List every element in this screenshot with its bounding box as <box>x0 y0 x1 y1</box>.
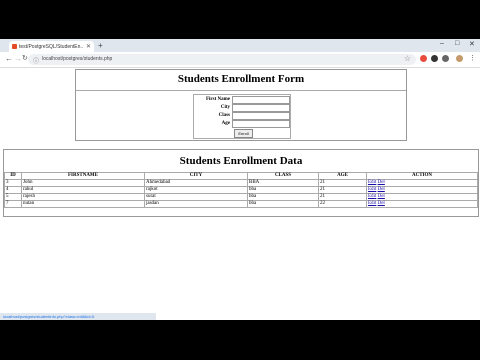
status-bar-url: localhost/postgres/studentinfo.php?class… <box>0 313 156 320</box>
cell-action: Edit Del <box>366 200 478 208</box>
nav-bar: ← → ↻ ⓘ localhost/postgres/students.php … <box>0 52 480 68</box>
delete-link[interactable]: Del <box>378 187 385 192</box>
cell-firstname: John <box>21 179 145 187</box>
first-name-input[interactable] <box>232 96 290 104</box>
class-input[interactable] <box>232 112 290 120</box>
cell-class: BBA <box>247 179 319 187</box>
data-title: Students Enrollment Data <box>179 155 303 167</box>
cell-age: 21 <box>318 193 367 201</box>
table-row: 7 nutan jasdan bba 22 Edit Del <box>4 200 478 208</box>
cell-city: surat <box>144 193 248 201</box>
first-name-row: First Name <box>194 96 290 104</box>
cell-action: Edit Del <box>366 186 478 194</box>
edit-link[interactable]: Edit <box>368 194 376 199</box>
col-age: AGE <box>318 172 367 180</box>
cell-age: 21 <box>318 179 367 187</box>
delete-link[interactable]: Del <box>378 180 385 185</box>
city-row: City <box>194 104 290 112</box>
enrollment-form: Students Enrollment Form First Name City… <box>75 69 407 141</box>
enrollment-data: Students Enrollment Data ID FIRSTNAME CI… <box>3 149 479 217</box>
cell-age: 21 <box>318 186 367 194</box>
minimize-icon[interactable]: – <box>440 40 444 47</box>
form-fields: First Name City Class Age Enroll <box>193 94 291 139</box>
enroll-button[interactable]: Enroll <box>234 129 253 138</box>
table-row: 4 rahul rajkot bba 21 Edit Del <box>4 186 478 194</box>
tab-title: test/PostgreSQL/StudentEn... <box>19 44 83 50</box>
page-content: Students Enrollment Form First Name City… <box>0 68 480 320</box>
favicon-icon <box>12 44 17 49</box>
close-tab-icon[interactable]: ✕ <box>86 43 91 50</box>
cell-firstname: rahul <box>21 186 145 194</box>
class-row: Class <box>194 112 290 120</box>
cell-class: bba <box>247 193 319 201</box>
col-id: ID <box>4 172 22 180</box>
delete-link[interactable]: Del <box>378 194 385 199</box>
edit-link[interactable]: Edit <box>368 187 376 192</box>
bookmark-star-icon[interactable]: ☆ <box>404 54 411 63</box>
puzzle-icon[interactable] <box>442 55 449 62</box>
address-bar[interactable]: ⓘ localhost/postgres/students.php ☆ <box>28 54 416 65</box>
col-action: ACTION <box>366 172 478 180</box>
info-icon[interactable]: ⓘ <box>33 56 39 65</box>
extension-icon[interactable] <box>431 55 438 62</box>
extension-icon[interactable] <box>420 55 427 62</box>
table-row: 5 rajesh surat bba 21 Edit Del <box>4 193 478 201</box>
cell-class: bba <box>247 200 319 208</box>
cell-id: 7 <box>4 200 22 208</box>
cell-city: jasdan <box>144 200 248 208</box>
edit-link[interactable]: Edit <box>368 201 376 206</box>
cell-action: Edit Del <box>366 193 478 201</box>
col-class: CLASS <box>247 172 319 180</box>
cell-city: rajkot <box>144 186 248 194</box>
edit-link[interactable]: Edit <box>368 180 376 185</box>
age-label: Age <box>221 121 230 126</box>
maximize-icon[interactable]: □ <box>455 40 459 47</box>
forward-icon[interactable]: → <box>14 54 22 63</box>
url-text: localhost/postgres/students.php <box>42 56 113 62</box>
form-title: Students Enrollment Form <box>76 70 406 91</box>
city-label: City <box>220 105 230 110</box>
browser-tab[interactable]: test/PostgreSQL/StudentEn... ✕ <box>9 41 94 52</box>
cell-id: 3 <box>4 179 22 187</box>
col-city: CITY <box>144 172 248 180</box>
new-tab-icon[interactable]: + <box>98 41 103 50</box>
cell-firstname: nutan <box>21 200 145 208</box>
age-input[interactable] <box>232 120 290 128</box>
close-window-icon[interactable]: ✕ <box>469 40 475 48</box>
cell-firstname: rajesh <box>21 193 145 201</box>
table-row: 3 John Ahmedabad BBA 21 Edit Del <box>4 179 478 187</box>
students-table: ID FIRSTNAME CITY CLASS AGE ACTION 3 Joh… <box>4 172 478 208</box>
first-name-label: First Name <box>205 97 230 102</box>
cell-age: 22 <box>318 200 367 208</box>
age-row: Age <box>194 120 290 128</box>
cell-id: 4 <box>4 186 22 194</box>
menu-icon[interactable]: ⋮ <box>469 54 476 62</box>
cell-id: 5 <box>4 193 22 201</box>
delete-link[interactable]: Del <box>378 201 385 206</box>
browser-window: test/PostgreSQL/StudentEn... ✕ + – □ ✕ ←… <box>0 39 480 320</box>
tab-bar: test/PostgreSQL/StudentEn... ✕ + – □ ✕ <box>0 39 480 52</box>
cell-action: Edit Del <box>366 179 478 187</box>
col-firstname: FIRSTNAME <box>21 172 145 180</box>
class-label: Class <box>218 113 230 118</box>
cell-class: bba <box>247 186 319 194</box>
reload-icon[interactable]: ↻ <box>22 54 28 62</box>
table-header-row: ID FIRSTNAME CITY CLASS AGE ACTION <box>4 172 478 180</box>
back-icon[interactable]: ← <box>5 54 13 63</box>
cell-city: Ahmedabad <box>144 179 248 187</box>
city-input[interactable] <box>232 104 290 112</box>
avatar[interactable] <box>456 55 463 62</box>
